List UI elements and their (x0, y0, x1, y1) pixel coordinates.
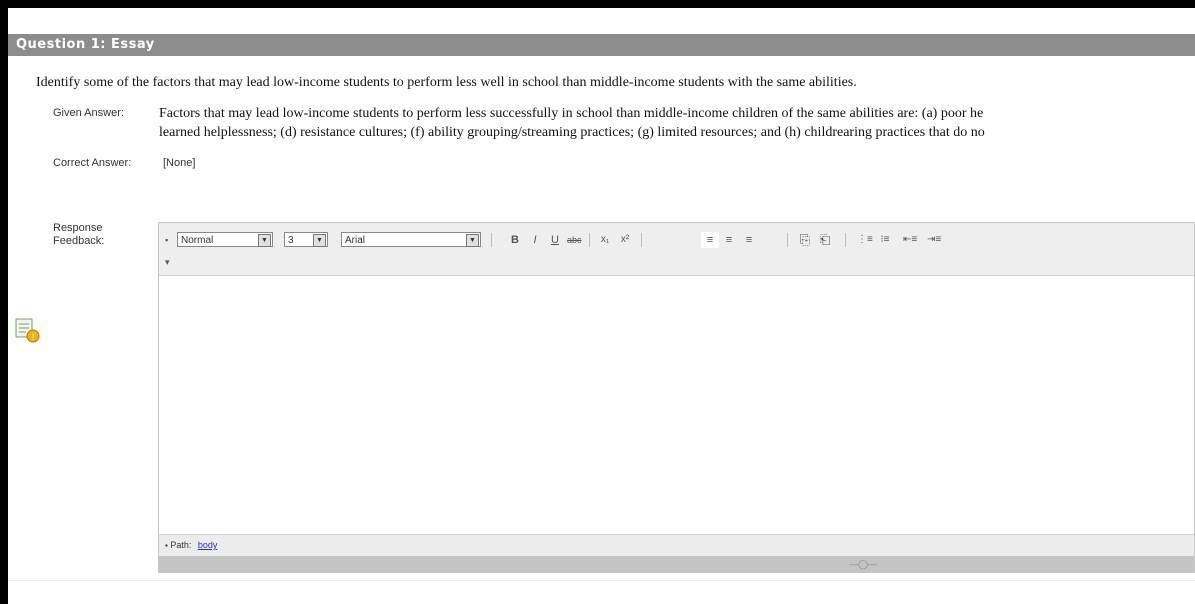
indent-button[interactable]: ⇥≡ (927, 232, 941, 248)
svg-text:!: ! (31, 333, 35, 343)
align-left-button[interactable]: ≡ (701, 232, 719, 248)
editor-path-bar: ▪ Path: body (159, 534, 1194, 556)
align-center-button[interactable]: ≡ (723, 232, 735, 248)
toolbar-separator (641, 233, 642, 247)
question-text: Identify some of the factors that may le… (36, 75, 857, 90)
given-answer-label: Given Answer: (53, 107, 124, 119)
given-answer-line-2: learned helplessness; (d) resistance cul… (159, 125, 985, 140)
underline-button[interactable]: U (549, 232, 561, 248)
outdent-button[interactable]: ⇤≡ (903, 232, 917, 248)
editor-toolbar: ▪ ▾ Normal ▼ 3 ▼ Arial ▼ B I U abc x₁ x²… (159, 223, 1194, 276)
superscript-button[interactable]: x² (619, 232, 631, 248)
paste-button[interactable]: ⎘ (799, 232, 811, 248)
divider (8, 580, 1195, 581)
editor-text-area[interactable] (159, 276, 1194, 534)
ordered-list-button[interactable]: ⋮≡ (857, 232, 873, 248)
chevron-down-icon: ▼ (466, 234, 479, 247)
question-header: Question 1: Essay (8, 34, 1195, 56)
given-answer-line-1: Factors that may lead low-income student… (159, 106, 984, 121)
unordered-list-button[interactable]: ⁝≡ (879, 232, 891, 248)
strikethrough-button[interactable]: abc (567, 232, 582, 248)
response-feedback-editor: ▪ ▾ Normal ▼ 3 ▼ Arial ▼ B I U abc x₁ x²… (158, 222, 1195, 573)
toolbar-separator (787, 233, 788, 247)
correct-answer-label: Correct Answer: (53, 157, 132, 169)
correct-answer-value: [None] (163, 157, 196, 169)
italic-button[interactable]: I (529, 232, 541, 248)
toolbar-separator (491, 233, 492, 247)
paste-from-word-button[interactable]: ⎗ (819, 232, 831, 248)
chevron-down-icon: ▼ (313, 234, 326, 247)
path-label: Path: (170, 540, 192, 550)
toolbar-collapse-icon[interactable]: ▪ (165, 235, 168, 245)
path-body-link[interactable]: body (198, 540, 218, 550)
font-family-select[interactable]: Arial ▼ (341, 232, 481, 247)
chevron-down-icon: ▼ (258, 234, 271, 247)
path-collapse-icon[interactable]: ▪ (165, 541, 168, 550)
bold-button[interactable]: B (509, 232, 521, 248)
align-right-button[interactable]: ≡ (743, 232, 755, 248)
toolbar-separator (589, 233, 590, 247)
font-size-select[interactable]: 3 ▼ (284, 232, 328, 247)
subscript-button[interactable]: x₁ (599, 232, 611, 248)
window-top-border (0, 0, 1195, 8)
paragraph-style-select[interactable]: Normal ▼ (177, 232, 273, 247)
response-feedback-label: Response Feedback: (53, 222, 105, 247)
toolbar-separator (845, 233, 846, 247)
window-left-border (0, 0, 8, 604)
editor-resize-bar[interactable]: —◯— (159, 556, 1194, 573)
given-answer-text: Factors that may lead low-income student… (159, 104, 1195, 142)
toolbar-expand-icon[interactable]: ▾ (165, 257, 170, 268)
feedback-note-icon[interactable]: ! (14, 317, 40, 343)
resize-grip-icon[interactable]: —◯— (849, 559, 877, 570)
